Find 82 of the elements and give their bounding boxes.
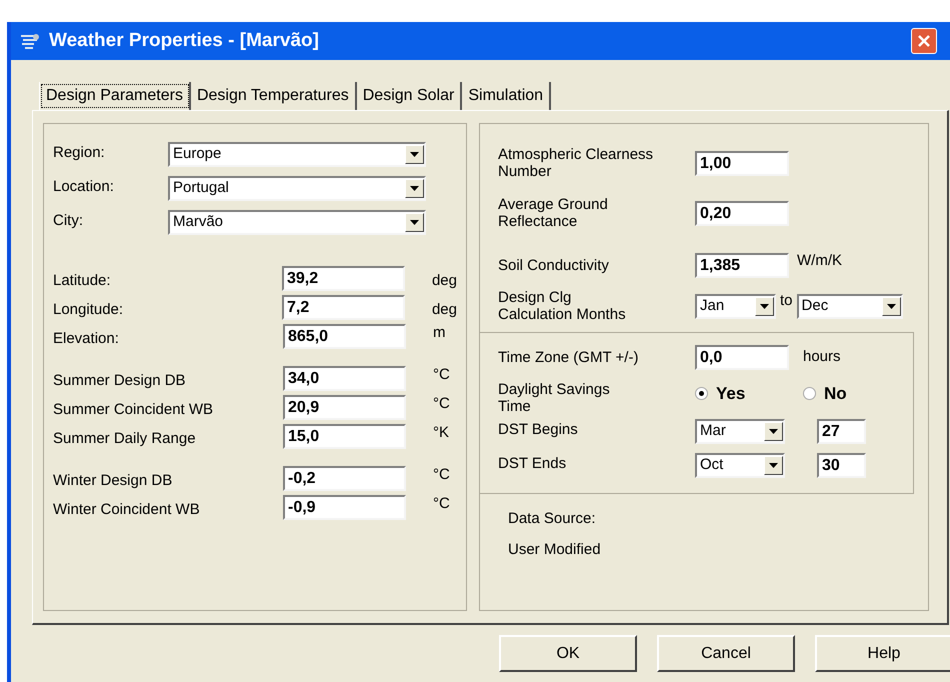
dropdown[interactable]: Jan	[695, 294, 776, 318]
field-label: Atmospheric Clearness Number	[498, 146, 654, 180]
tab[interactable]: Design Parameters	[39, 82, 191, 110]
unit-label: deg	[432, 271, 457, 291]
dropdown-arrow-button[interactable]	[764, 422, 783, 441]
radio-button[interactable]	[803, 387, 816, 400]
input-field[interactable]: 1,00	[695, 150, 789, 176]
dropdown-arrow-button[interactable]	[405, 179, 424, 198]
input-field[interactable]: -0,2	[283, 466, 406, 491]
dropdown-arrow-button[interactable]	[405, 145, 424, 164]
unit-label: m	[433, 323, 446, 343]
field-label: Time Zone (GMT +/-)	[498, 348, 640, 366]
caret-icon	[410, 186, 419, 191]
dialog-button[interactable]: OK	[499, 635, 637, 672]
dropdown[interactable]: Mar	[695, 419, 785, 444]
field-label: Location:	[53, 177, 115, 195]
field-label: Average Ground Reflectance	[498, 196, 609, 230]
input-field[interactable]: 39,2	[282, 266, 405, 291]
close-icon	[917, 34, 931, 48]
unit-label: °K	[433, 423, 450, 443]
input-field[interactable]: 0,20	[695, 200, 789, 226]
unit-label: °C	[433, 365, 450, 385]
field-label: Daylight Savings Time	[498, 381, 611, 415]
caret-icon	[410, 220, 419, 225]
dropdown[interactable]: Portugal	[168, 176, 426, 201]
radio-option[interactable]: Yes	[695, 381, 803, 406]
field-label: Summer Coincident WB	[53, 400, 214, 418]
input-field[interactable]: 15,0	[283, 424, 406, 449]
field-label: Design Clg Calculation Months	[498, 289, 627, 323]
unit-label: deg	[432, 300, 457, 320]
field-label: Summer Design DB	[53, 371, 187, 389]
dropdown[interactable]: Marvão	[168, 210, 426, 235]
dropdown[interactable]: Europe	[168, 142, 426, 167]
unit-label: °C	[433, 494, 450, 514]
dropdown-arrow-button[interactable]	[882, 296, 901, 316]
input-field[interactable]: 20,9	[283, 395, 406, 420]
caret-icon	[769, 429, 778, 434]
input-field[interactable]: -0,9	[283, 495, 406, 520]
field-label: Summer Daily Range	[53, 429, 197, 447]
field-label: Winter Coincident WB	[53, 500, 201, 518]
input-field[interactable]: 865,0	[283, 324, 406, 349]
field-label: DST Ends	[498, 454, 568, 472]
input-field[interactable]: 1,385	[695, 252, 789, 278]
field-label: Latitude:	[53, 271, 112, 289]
radio-button[interactable]	[695, 387, 708, 400]
dialog-button[interactable]: Cancel	[657, 635, 795, 672]
to-label: to	[780, 291, 793, 311]
dialog-button[interactable]: Help	[815, 635, 950, 672]
caret-icon	[410, 152, 419, 157]
dropdown-arrow-button[interactable]	[405, 213, 424, 232]
close-button[interactable]	[911, 28, 937, 54]
tab[interactable]: Design Temperatures	[190, 82, 357, 110]
field-label: Elevation:	[53, 329, 120, 347]
caret-icon	[769, 463, 778, 468]
dropdown-arrow-button[interactable]	[755, 296, 774, 316]
input-field[interactable]: 30	[817, 453, 866, 478]
field-label: Winter Design DB	[53, 471, 174, 489]
field-label: Region:	[53, 143, 106, 161]
weather-icon	[19, 32, 41, 50]
input-field[interactable]: 0,0	[695, 344, 789, 370]
unit-label: °C	[433, 394, 450, 414]
field-label: City:	[53, 211, 84, 229]
unit-label: W/m/K	[797, 251, 842, 271]
field-label: Longitude:	[53, 300, 124, 318]
unit-label: °C	[433, 465, 450, 485]
tab[interactable]: Design Solar	[356, 82, 462, 110]
input-field[interactable]: 27	[817, 419, 866, 444]
field-label: Soil Conductivity	[498, 256, 610, 274]
dropdown-arrow-button[interactable]	[764, 456, 783, 475]
window-title: Weather Properties - [Marvão]	[49, 28, 319, 53]
input-field[interactable]: 34,0	[283, 366, 406, 391]
unit-label: hours	[803, 346, 841, 367]
field-label: DST Begins	[498, 420, 579, 438]
dropdown[interactable]: Oct	[695, 453, 785, 478]
data-source-text: User Modified	[508, 540, 602, 560]
tab[interactable]: Simulation	[462, 82, 552, 110]
data-source-text: Data Source:	[508, 509, 597, 529]
caret-icon	[760, 304, 769, 308]
caret-icon	[886, 304, 896, 308]
dropdown[interactable]: Dec	[796, 294, 903, 318]
input-field[interactable]: 7,2	[282, 295, 405, 320]
radio-option[interactable]: No	[803, 381, 847, 406]
